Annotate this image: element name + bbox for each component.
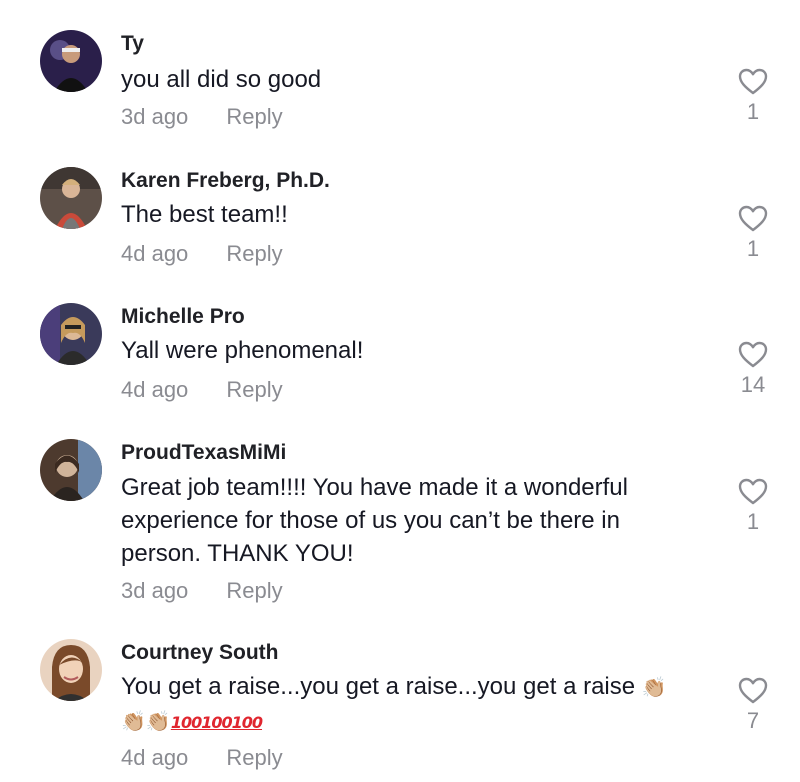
comment-text: You get a raise...you get a raise...you … [121,670,711,739]
like-button[interactable]: 1 [730,478,776,535]
like-button[interactable]: 14 [730,341,776,398]
reply-button[interactable]: Reply [226,104,282,129]
avatar-image [40,439,102,501]
timestamp: 4d ago [121,241,189,266]
avatar-image [40,167,102,229]
like-count: 1 [746,509,760,534]
reply-button[interactable]: Reply [226,745,282,770]
comment-meta: 4d ago Reply [121,241,283,267]
comment-meta: 3d ago Reply [121,104,283,130]
comment-text: Great job team!!!! You have made it a wo… [121,474,628,567]
heart-outline-icon [738,205,768,232]
avatar[interactable] [40,30,102,92]
avatar[interactable] [40,639,102,701]
clapping-hands-emoji: 👏🏼👏🏼 [121,709,171,733]
heart-outline-icon [738,68,768,95]
clapping-hands-emoji: 👏🏼 [641,675,667,699]
like-button[interactable]: 7 [730,677,776,734]
like-count: 1 [746,99,760,124]
timestamp: 4d ago [121,377,189,402]
reply-button[interactable]: Reply [226,578,282,603]
timestamp: 3d ago [121,104,189,129]
timestamp: 3d ago [121,578,189,603]
like-count: 1 [746,236,760,261]
username[interactable]: Karen Freberg, Ph.D. [121,169,330,193]
avatar[interactable] [40,167,102,229]
comment-meta: 4d ago Reply [121,745,283,771]
avatar-image [40,639,102,701]
reply-button[interactable]: Reply [226,377,282,402]
comment-meta: 3d ago Reply [121,578,283,604]
comment-text-content: You get a raise...you get a raise...you … [121,673,636,700]
heart-outline-icon [738,677,768,704]
like-button[interactable]: 1 [730,68,776,125]
like-count: 14 [740,372,766,397]
reply-button[interactable]: Reply [226,241,282,266]
like-button[interactable]: 1 [730,205,776,262]
comment-text: you all did so good [121,66,322,93]
username[interactable]: Ty [121,32,144,56]
username[interactable]: ProudTexasMiMi [121,441,286,465]
avatar[interactable] [40,303,102,365]
username[interactable]: Courtney South [121,641,279,665]
avatar-image [40,30,102,92]
comment-meta: 4d ago Reply [121,377,283,403]
like-count: 7 [746,708,760,733]
hundred-points-emoji: 100100100 [170,713,263,732]
avatar[interactable] [40,439,102,501]
avatar-image [40,303,102,365]
comment-text: Yall were phenomenal! [121,337,364,364]
username[interactable]: Michelle Pro [121,305,245,329]
heart-outline-icon [738,478,768,505]
timestamp: 4d ago [121,745,189,770]
heart-outline-icon [738,341,768,368]
comment-text: The best team!! [121,201,288,228]
